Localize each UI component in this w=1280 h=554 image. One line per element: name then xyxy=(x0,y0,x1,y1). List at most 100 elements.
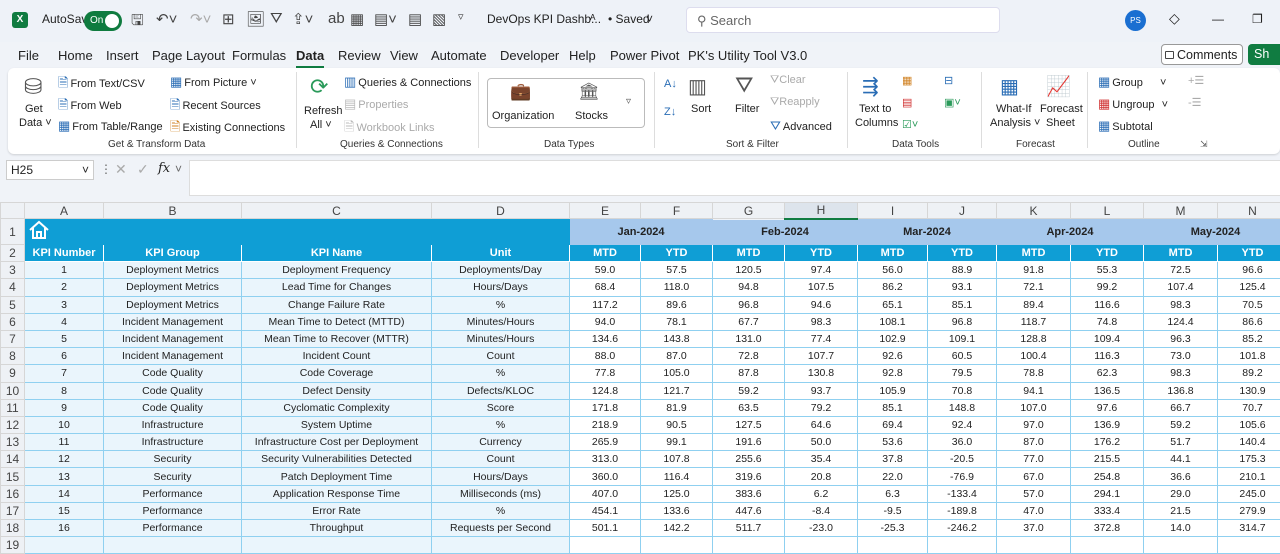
table-cell[interactable]: 99.2 xyxy=(1071,279,1144,296)
picture-icon[interactable]: 🖼 xyxy=(246,10,265,28)
table-cell[interactable]: 254.8 xyxy=(1071,468,1144,485)
row-header[interactable]: 19 xyxy=(1,537,25,554)
table-cell[interactable]: 109.1 xyxy=(928,330,997,347)
row-header[interactable]: 12 xyxy=(1,416,25,433)
from-table-range-button[interactable]: ▦From Table/Range xyxy=(58,118,163,134)
table-cell[interactable]: 86.2 xyxy=(858,279,928,296)
table-cell[interactable]: 37.8 xyxy=(858,451,928,468)
table-cell[interactable]: Performance xyxy=(104,485,242,502)
table-cell[interactable]: Hours/Days xyxy=(432,279,570,296)
table-cell[interactable]: 105.9 xyxy=(858,382,928,399)
table-cell[interactable]: 89.4 xyxy=(997,296,1071,313)
tab-data[interactable]: Data xyxy=(296,48,324,63)
table-cell[interactable]: 136.9 xyxy=(1071,416,1144,433)
column-header-K[interactable]: K xyxy=(997,203,1071,219)
table-cell[interactable]: 69.4 xyxy=(858,416,928,433)
table-cell[interactable]: 6.3 xyxy=(858,485,928,502)
table-cell[interactable]: 130.8 xyxy=(785,365,858,382)
table-cell[interactable] xyxy=(785,537,858,554)
print-preview-icon[interactable]: ▧ xyxy=(432,10,446,28)
table-cell[interactable]: Code Quality xyxy=(104,365,242,382)
document-title[interactable]: DevOps KPI Dashb... xyxy=(487,12,601,26)
table-cell[interactable]: 107.4 xyxy=(1144,279,1218,296)
table-cell[interactable]: -20.5 xyxy=(928,451,997,468)
table-cell[interactable]: 73.0 xyxy=(1144,348,1218,365)
table-cell[interactable]: 36.0 xyxy=(928,434,997,451)
tab-developer[interactable]: Developer xyxy=(500,48,559,63)
table-cell[interactable]: 70.8 xyxy=(928,382,997,399)
table-cell[interactable]: Infrastructure xyxy=(104,434,242,451)
flash-fill-icon[interactable]: ▦ xyxy=(902,74,912,87)
tab-power-pivot[interactable]: Power Pivot xyxy=(610,48,679,63)
table-cell[interactable]: 102.9 xyxy=(858,330,928,347)
table-cell[interactable]: 143.8 xyxy=(641,330,713,347)
table-cell[interactable]: 87.0 xyxy=(641,348,713,365)
table-cell[interactable]: 175.3 xyxy=(1218,451,1280,468)
column-header-M[interactable]: M xyxy=(1144,203,1218,219)
table-cell[interactable] xyxy=(1144,537,1218,554)
table-cell[interactable]: Defect Density xyxy=(242,382,432,399)
table-cell[interactable]: 108.1 xyxy=(858,313,928,330)
table-cell[interactable]: -133.4 xyxy=(928,485,997,502)
table-cell[interactable]: 51.7 xyxy=(1144,434,1218,451)
table-cell[interactable]: 97.4 xyxy=(785,262,858,279)
table-cell[interactable]: 124.4 xyxy=(1144,313,1218,330)
table-cell[interactable]: 89.6 xyxy=(641,296,713,313)
table-cell[interactable]: 64.6 xyxy=(785,416,858,433)
table-cell[interactable]: 22.0 xyxy=(858,468,928,485)
subtotal-button[interactable]: ▦Subtotal xyxy=(1098,118,1153,134)
table-cell[interactable]: 148.8 xyxy=(928,399,997,416)
table-cell[interactable]: 105.6 xyxy=(1218,416,1280,433)
column-label-ytd[interactable]: YTD xyxy=(641,245,713,262)
enter-icon[interactable]: ✓ xyxy=(137,161,149,178)
table-cell[interactable]: 77.8 xyxy=(570,365,641,382)
row-header[interactable]: 8 xyxy=(1,348,25,365)
show-detail-icon[interactable]: +☰ xyxy=(1188,74,1204,87)
tab-formulas[interactable]: Formulas xyxy=(232,48,286,63)
table-cell[interactable]: 98.3 xyxy=(1144,365,1218,382)
table-cell[interactable]: 65.1 xyxy=(858,296,928,313)
row-header[interactable]: 3 xyxy=(1,262,25,279)
tab-review[interactable]: Review xyxy=(338,48,381,63)
table-cell[interactable]: Throughput xyxy=(242,520,432,537)
table-cell[interactable]: 8 xyxy=(25,382,104,399)
table-cell[interactable]: 4 xyxy=(25,313,104,330)
table-cell[interactable]: Deployment Metrics xyxy=(104,296,242,313)
column-header-G[interactable]: G xyxy=(713,203,785,219)
table-cell[interactable]: 454.1 xyxy=(570,502,641,519)
save-status[interactable]: • Saved xyxy=(608,12,650,26)
table-cell[interactable]: 176.2 xyxy=(1071,434,1144,451)
restore-icon[interactable]: ❐ xyxy=(1252,12,1263,26)
table-cell[interactable]: 501.1 xyxy=(570,520,641,537)
table-cell[interactable]: 407.0 xyxy=(570,485,641,502)
table-cell[interactable]: 79.2 xyxy=(785,399,858,416)
table-cell[interactable]: 92.4 xyxy=(928,416,997,433)
table-cell[interactable]: 313.0 xyxy=(570,451,641,468)
table-cell[interactable]: Currency xyxy=(432,434,570,451)
table-cell[interactable]: 68.4 xyxy=(570,279,641,296)
table-cell[interactable]: Deployments/Day xyxy=(432,262,570,279)
table-cell[interactable]: 383.6 xyxy=(713,485,785,502)
table-cell[interactable]: 131.0 xyxy=(713,330,785,347)
table-cell[interactable]: 59.2 xyxy=(1144,416,1218,433)
table-cell[interactable]: 88.9 xyxy=(928,262,997,279)
group-button[interactable]: ▦Group ˅ xyxy=(1098,74,1166,90)
table-cell[interactable]: Code Quality xyxy=(104,399,242,416)
row-header[interactable]: 9 xyxy=(1,365,25,382)
table-cell[interactable] xyxy=(104,537,242,554)
table-cell[interactable]: 116.3 xyxy=(1071,348,1144,365)
table-cell[interactable]: 94.0 xyxy=(570,313,641,330)
sort-a-z-icon[interactable]: A↓ xyxy=(664,78,677,90)
table-cell[interactable]: 142.2 xyxy=(641,520,713,537)
table-cell[interactable]: Performance xyxy=(104,520,242,537)
home-cell[interactable] xyxy=(25,219,570,245)
table-cell[interactable] xyxy=(25,537,104,554)
table-cell[interactable]: 72.8 xyxy=(713,348,785,365)
table-cell[interactable]: 136.5 xyxy=(1071,382,1144,399)
table-cell[interactable]: Code Coverage xyxy=(242,365,432,382)
table-cell[interactable]: 372.8 xyxy=(1071,520,1144,537)
table-cell[interactable]: 116.4 xyxy=(641,468,713,485)
table-cell[interactable]: 57.0 xyxy=(997,485,1071,502)
row-header[interactable]: 5 xyxy=(1,296,25,313)
table-cell[interactable]: 105.0 xyxy=(641,365,713,382)
